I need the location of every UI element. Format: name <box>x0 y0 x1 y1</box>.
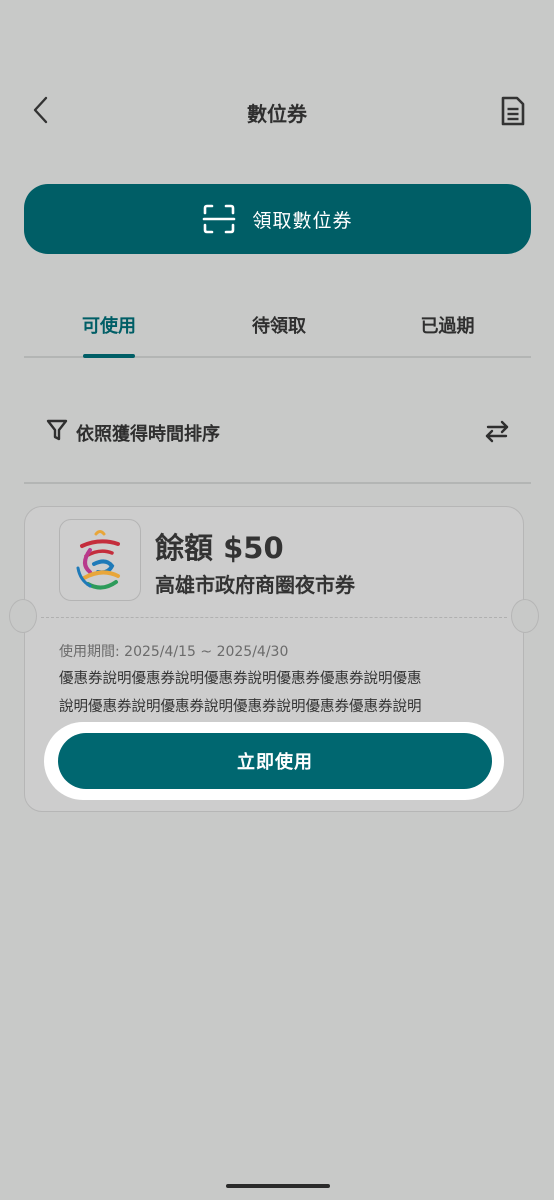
coupon-description: 優惠券說明優惠券說明優惠券說明優惠券優惠券說明優惠 說明優惠券說明優惠券說明優惠… <box>59 665 489 721</box>
sort-row[interactable]: 依照獲得時間排序 <box>24 398 531 484</box>
coupon-title: 高雄市政府商圈夜市券 <box>155 573 355 597</box>
scan-icon <box>203 204 236 234</box>
collect-coupon-button[interactable]: 領取數位券 <box>24 184 531 254</box>
collect-coupon-label: 領取數位券 <box>252 209 353 232</box>
header: 數位券 <box>0 80 554 140</box>
swap-icon[interactable] <box>482 416 512 446</box>
coupon-notch-left <box>9 599 37 633</box>
coupon-notch-right <box>511 599 539 633</box>
coupon-logo <box>59 519 141 601</box>
use-now-button[interactable]: 立即使用 <box>58 733 492 789</box>
coupon-divider <box>41 617 507 618</box>
coupon-balance: 餘額 $50 <box>155 531 284 565</box>
document-icon <box>501 96 525 126</box>
sort-label: 依照獲得時間排序 <box>76 424 220 445</box>
tab-pending-label: 待領取 <box>252 316 306 337</box>
tab-available-label: 可使用 <box>82 316 136 337</box>
tab-expired[interactable]: 已過期 <box>364 300 531 356</box>
document-button[interactable] <box>496 94 530 128</box>
coupon-description-line: 優惠券說明優惠券說明優惠券說明優惠券優惠券說明優惠 <box>59 671 422 687</box>
tab-expired-label: 已過期 <box>420 316 475 337</box>
coupon-validity: 使用期間: 2025/4/15 ~ 2025/4/30 <box>59 644 289 660</box>
home-indicator <box>226 1184 330 1188</box>
coupon-description-line: 說明優惠券說明優惠券說明優惠券說明優惠券優惠券說明 <box>59 699 422 715</box>
tab-available[interactable]: 可使用 <box>24 300 194 356</box>
page-title: 數位券 <box>247 102 307 126</box>
kaohsiung-logo-icon <box>76 530 120 590</box>
filter-icon <box>46 419 68 441</box>
tab-pending[interactable]: 待領取 <box>194 300 364 356</box>
tab-bar: 可使用 待領取 已過期 <box>24 300 531 358</box>
